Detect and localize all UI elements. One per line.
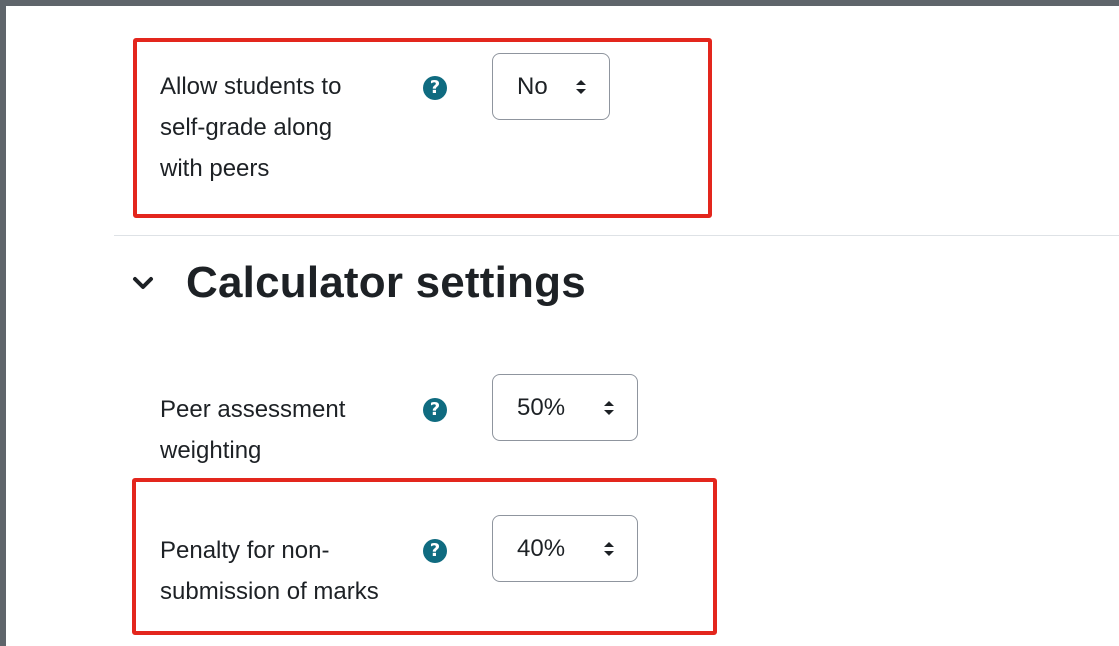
sort-caret-icon (604, 400, 614, 415)
peer-weighting-value: 50% (517, 393, 566, 421)
self-grade-label: Allow students to self-grade along with … (160, 73, 342, 182)
calculator-settings-header[interactable]: Calculator settings (130, 258, 586, 308)
penalty-value: 40% (517, 534, 566, 562)
self-grade-select[interactable]: No (492, 53, 610, 120)
sort-caret-icon (576, 79, 586, 94)
question-circle-icon[interactable]: ? (423, 539, 447, 563)
section-divider (114, 235, 1119, 236)
question-circle-icon[interactable]: ? (423, 76, 447, 100)
penalty-label: Penalty for non- submission of marks (160, 537, 379, 605)
section-title: Calculator settings (186, 258, 586, 307)
chevron-down-icon[interactable] (130, 270, 156, 296)
self-grade-value: No (517, 72, 548, 100)
peer-weighting-select[interactable]: 50% (492, 374, 638, 441)
peer-weighting-label: Peer assessment weighting (160, 396, 346, 464)
question-circle-icon[interactable]: ? (423, 398, 447, 422)
sort-caret-icon (604, 541, 614, 556)
penalty-select[interactable]: 40% (492, 515, 638, 582)
